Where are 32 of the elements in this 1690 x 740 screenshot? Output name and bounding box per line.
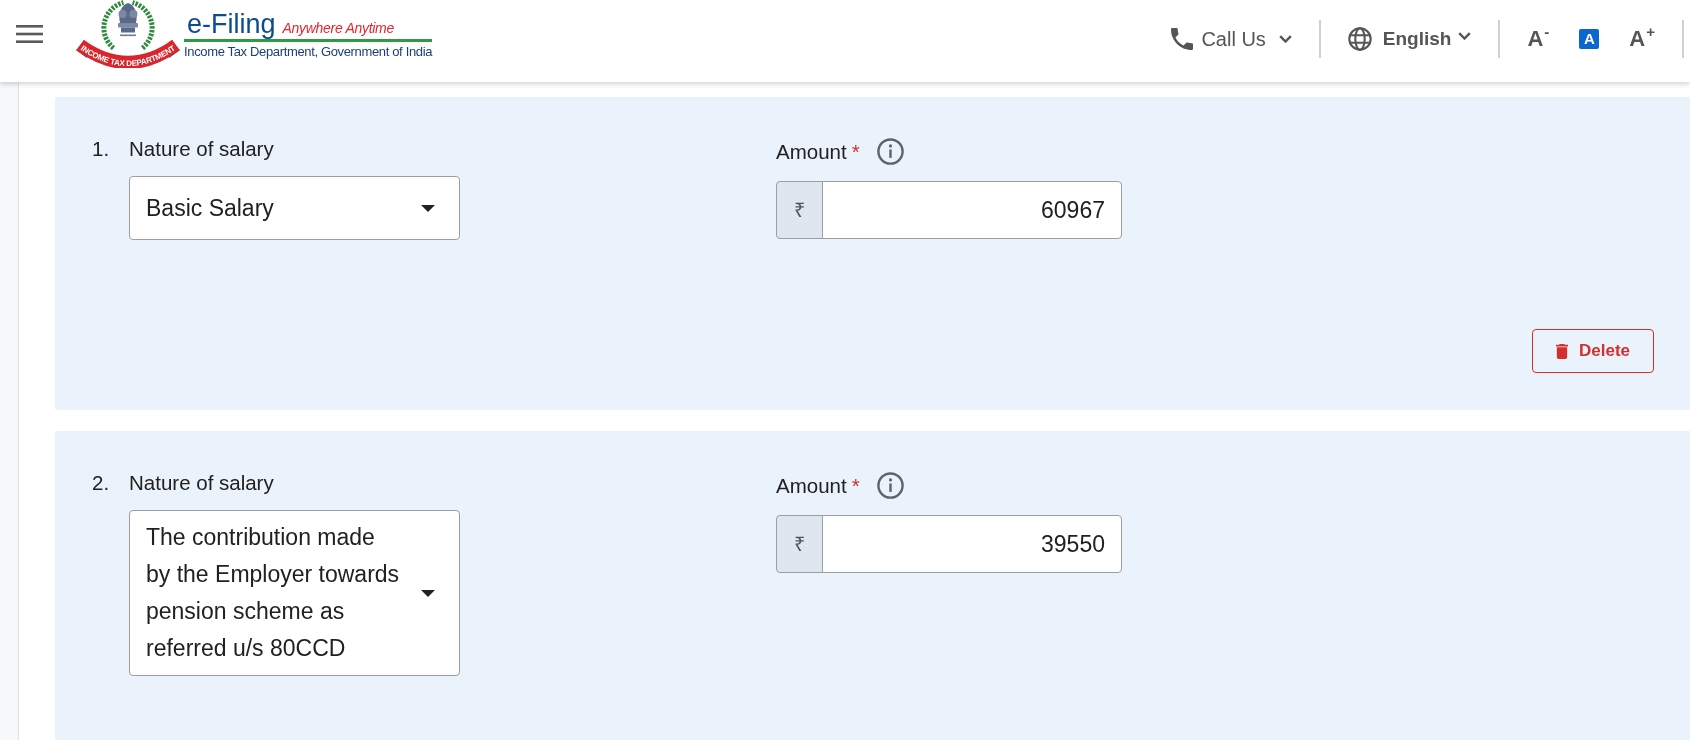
phone-icon: [1171, 28, 1194, 50]
field-label: Amount *: [776, 139, 860, 164]
emblem-drawing: [118, 3, 138, 37]
amount-field[interactable]: 60967: [822, 181, 1122, 239]
row-number: 2.: [92, 471, 111, 495]
trash-icon: [1555, 343, 1568, 359]
row-number: 1.: [92, 137, 111, 161]
text-size-button[interactable]: A$^{-}$: [1527, 27, 1550, 51]
field-label: Amount *: [776, 473, 860, 498]
brand-subtitle: Income Tax Department, Government of India: [184, 45, 433, 59]
menu-icon[interactable]: [16, 24, 43, 43]
language-dropdown[interactable]: English: [1347, 27, 1472, 51]
chevron-down-icon: [1278, 35, 1292, 43]
chevron-down-icon: [1458, 32, 1472, 40]
currency-prefix: ₹: [776, 515, 823, 573]
globe-icon: [1347, 27, 1372, 51]
delete-button[interactable]: Delete: [1531, 329, 1654, 373]
brand-title: e-Filing: [187, 9, 276, 39]
text-size-button[interactable]: A: [1579, 29, 1600, 49]
info-icon[interactable]: [875, 471, 905, 500]
text-size-button[interactable]: A$^{+}$: [1629, 27, 1655, 51]
brand-tagline: Anywhere Anytime: [282, 19, 394, 38]
field-label: Nature of salary: [129, 471, 274, 495]
info-icon[interactable]: [875, 137, 905, 166]
call-us-dropdown[interactable]: Call Us: [1171, 27, 1292, 51]
salary-type-dropdown[interactable]: The contribution made by the Employer towards pension scheme as referred u/s 80CCD: [129, 510, 460, 676]
amount-field[interactable]: 39550: [822, 515, 1122, 573]
caret-icon: [421, 589, 435, 597]
caret-icon: [421, 204, 435, 212]
field-label: Nature of salary: [129, 137, 274, 161]
salary-type-dropdown[interactable]: Basic Salary: [129, 176, 460, 240]
currency-prefix: ₹: [776, 181, 823, 239]
